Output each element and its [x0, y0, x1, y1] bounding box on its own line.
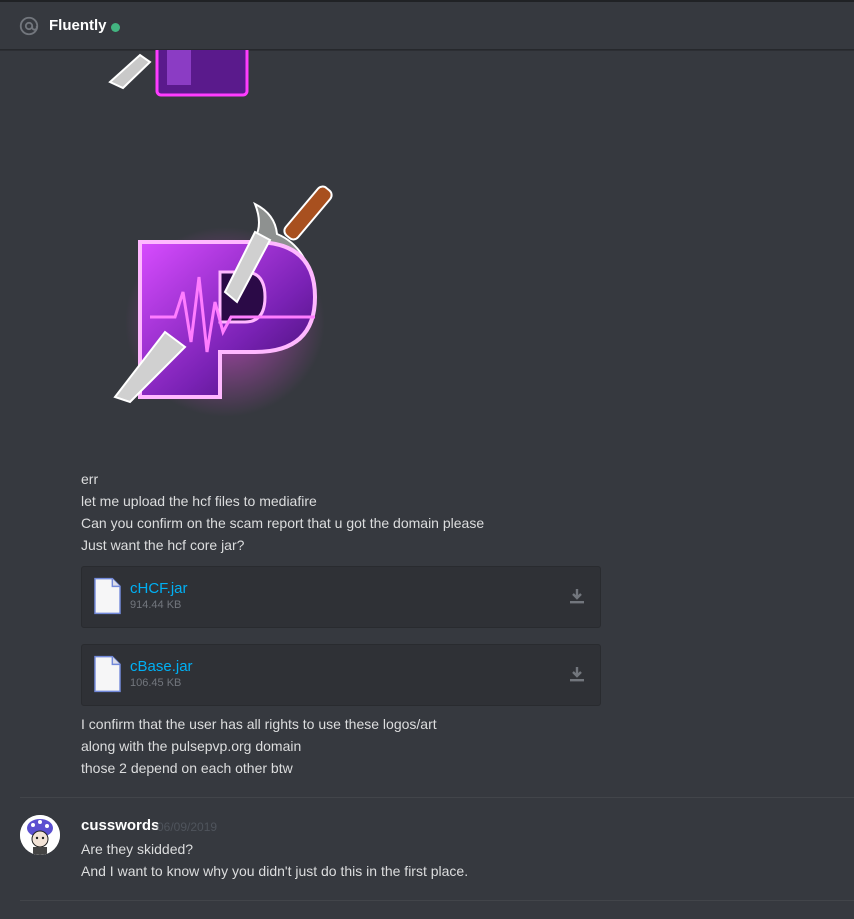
file-name-link[interactable]: cHCF.jar — [130, 580, 188, 597]
message-line: let me upload the hcf files to mediafire — [81, 493, 317, 509]
message-line: along with the pulsepvp.org domain — [81, 738, 302, 754]
message-line: Just want the hcf core jar? — [81, 537, 245, 553]
image-attachment-partial[interactable] — [105, 50, 265, 100]
pulse-logo-image[interactable] — [105, 182, 365, 417]
message-divider — [20, 797, 854, 798]
file-name-link[interactable]: cBase.jar — [130, 658, 193, 675]
username[interactable]: cusswords — [81, 817, 159, 834]
download-icon[interactable] — [568, 665, 586, 683]
file-attachment: cHCF.jar 914.44 KB — [81, 566, 601, 628]
file-size: 914.44 KB — [130, 599, 182, 611]
message-line: I confirm that the user has all rights t… — [81, 716, 437, 732]
message-line: err — [81, 471, 99, 487]
message-line: those 2 depend on each other btw — [81, 760, 293, 776]
channel-name[interactable]: Fluently — [49, 17, 107, 34]
message-line: Can you confirm on the scam report that … — [81, 515, 485, 531]
file-icon — [94, 577, 121, 615]
channel-header: Fluently — [0, 0, 854, 50]
user-avatar[interactable] — [20, 815, 60, 855]
download-icon[interactable] — [568, 587, 586, 605]
file-size: 106.45 KB — [130, 677, 182, 689]
message-line: Are they skidded? — [81, 841, 194, 857]
message-divider — [20, 900, 854, 901]
at-icon — [19, 16, 39, 36]
online-status-dot — [111, 23, 120, 32]
message-timestamp: 06/09/2019 — [157, 820, 218, 834]
message-line: And I want to know why you didn't just d… — [81, 863, 469, 879]
file-attachment: cBase.jar 106.45 KB — [81, 644, 601, 706]
file-icon — [94, 655, 121, 693]
